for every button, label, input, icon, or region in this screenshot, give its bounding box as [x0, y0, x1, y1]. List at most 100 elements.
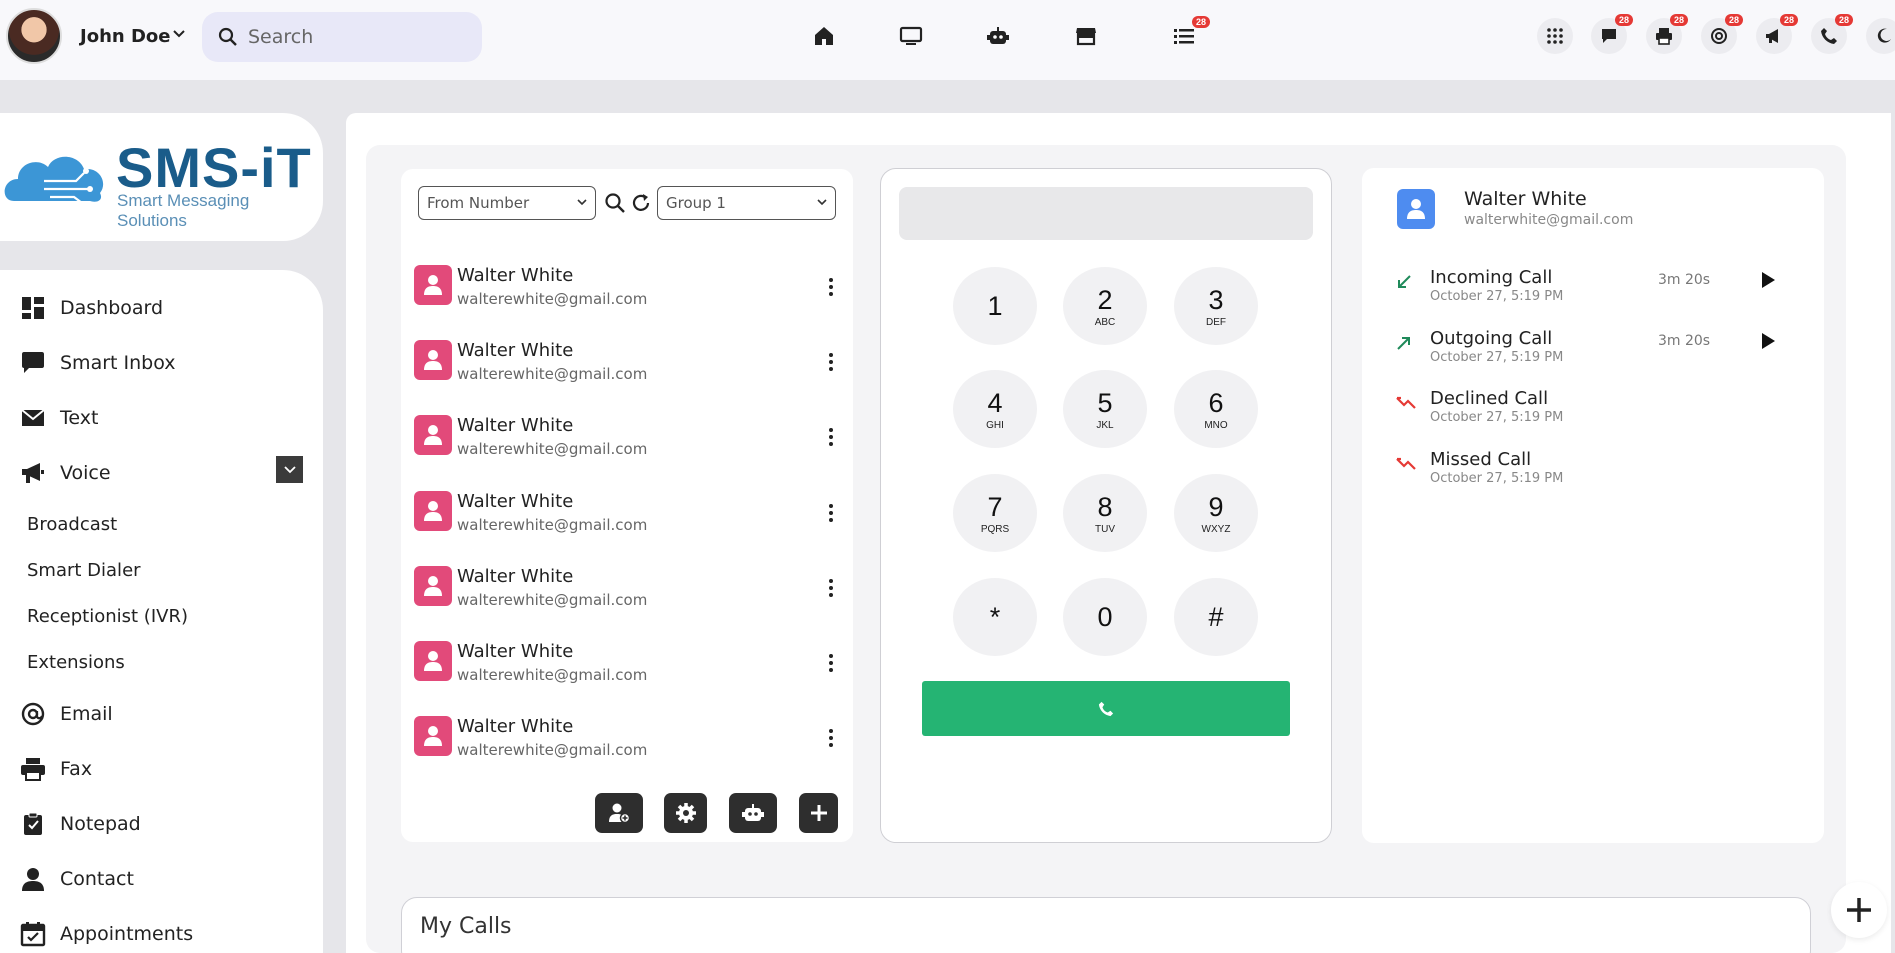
sidebar-item-label: Email	[60, 703, 113, 725]
missed-call-icon	[1395, 455, 1417, 477]
search-input[interactable]	[248, 26, 468, 48]
dial-key[interactable]: 9 WXYZ	[1174, 474, 1258, 552]
clipboard-icon	[24, 812, 42, 835]
avatar[interactable]	[6, 8, 62, 64]
dial-key-digit: 9	[1208, 491, 1224, 522]
chat-notifications-icon[interactable]: 28	[1591, 14, 1633, 54]
more-options-icon[interactable]	[828, 653, 834, 673]
dial-key[interactable]: *	[953, 578, 1037, 656]
dial-key[interactable]: 3 DEF	[1174, 267, 1258, 345]
chevron-down-icon	[577, 199, 587, 206]
from-number-value: From Number	[427, 194, 530, 212]
more-options-icon[interactable]	[828, 352, 834, 372]
play-icon[interactable]	[1760, 332, 1776, 350]
sidebar-subitem-receptionist[interactable]: Receptionist (IVR)	[27, 606, 188, 627]
search-icon[interactable]	[604, 192, 626, 214]
sidebar-subitem-smart-dialer[interactable]: Smart Dialer	[27, 560, 141, 581]
search-box[interactable]	[202, 12, 482, 62]
dial-key[interactable]: 8 TUV	[1063, 474, 1147, 552]
sidebar-item-fax[interactable]: Fax	[20, 751, 92, 787]
bot-button[interactable]	[729, 793, 777, 833]
voice-notifications-icon[interactable]: 28	[1756, 14, 1798, 54]
contact-email: walterewhite@gmail.com	[457, 515, 648, 534]
call-date: October 27, 5:19 PM	[1430, 289, 1564, 304]
declined-call-icon	[1395, 394, 1417, 416]
contact-list-item[interactable]: Walter White walterewhite@gmail.com	[414, 716, 844, 776]
contact-list-item[interactable]: Walter White walterewhite@gmail.com	[414, 340, 844, 400]
dial-key-letters: ABC	[1094, 316, 1116, 328]
contact-list-item[interactable]: Walter White walterewhite@gmail.com	[414, 490, 844, 551]
dial-key[interactable]: 6 MNO	[1174, 370, 1258, 448]
settings-button[interactable]	[664, 793, 707, 833]
contact-email: walterewhite@gmail.com	[457, 365, 648, 384]
contact-avatar-icon	[414, 716, 452, 757]
more-options-icon[interactable]	[828, 728, 834, 748]
refresh-icon[interactable]	[630, 192, 652, 214]
call-duration: 3m 20s	[1658, 272, 1711, 288]
apps-grid-icon[interactable]	[1537, 18, 1573, 54]
contact-name: Walter White	[457, 716, 574, 738]
sidebar-item-dashboard[interactable]: Dashboard	[20, 290, 163, 326]
dial-key[interactable]: 1	[953, 267, 1037, 345]
play-icon[interactable]	[1760, 271, 1776, 289]
sidebar-subitem-broadcast[interactable]: Broadcast	[27, 514, 117, 535]
call-history-item[interactable]: Outgoing Call October 27, 5:19 PM 3m 20s	[1395, 328, 1795, 372]
dark-mode-icon[interactable]	[1866, 18, 1895, 54]
contact-list-item[interactable]: Walter White walterewhite@gmail.com	[414, 415, 844, 475]
sidebar-item-notepad[interactable]: Notepad	[20, 806, 141, 842]
dial-key-letters: WXYZ	[1201, 523, 1231, 535]
fax-notifications-icon[interactable]: 28	[1646, 14, 1688, 54]
dial-key[interactable]: 4 GHI	[953, 370, 1037, 448]
user-name[interactable]: John Doe	[80, 26, 170, 47]
contact-avatar-icon	[414, 565, 452, 606]
more-options-icon[interactable]	[828, 427, 834, 447]
sidebar-subitem-extensions[interactable]: Extensions	[27, 652, 125, 673]
add-contact-button[interactable]	[595, 793, 643, 833]
call-button[interactable]	[922, 681, 1290, 736]
dial-key-digit: 0	[1097, 601, 1113, 632]
robot-icon[interactable]	[984, 22, 1012, 50]
dial-key-digit: 3	[1208, 284, 1224, 315]
dial-key[interactable]: 2 ABC	[1063, 267, 1147, 345]
dial-key[interactable]: 5 JKL	[1063, 370, 1147, 448]
sidebar-item-voice[interactable]: Voice	[20, 455, 111, 491]
home-icon[interactable]	[810, 22, 838, 50]
group-select[interactable]: Group 1	[657, 186, 836, 220]
voice-collapse-toggle[interactable]	[276, 456, 303, 483]
tasks-icon[interactable]: 28	[1170, 16, 1210, 50]
contact-name: Walter White	[457, 641, 574, 662]
dial-key[interactable]: 0	[1063, 578, 1147, 656]
contact-list-item[interactable]: Walter White walterewhite@gmail.com	[414, 565, 844, 626]
calendar-icon	[20, 922, 46, 947]
brand-subtitle: Smart Messaging Solutions	[117, 191, 250, 230]
dial-key[interactable]: #	[1174, 578, 1258, 656]
dial-key-letters: JKL	[1096, 419, 1114, 431]
store-icon[interactable]	[1072, 22, 1100, 50]
brand-logo-card[interactable]: SMS-iT Smart Messaging Solutions	[0, 113, 323, 241]
chevron-down-icon[interactable]	[172, 26, 186, 45]
call-history-item[interactable]: Declined Call October 27, 5:19 PM	[1395, 388, 1795, 432]
contact-list-item[interactable]: Walter White walterewhite@gmail.com	[414, 641, 844, 701]
call-history-item[interactable]: Incoming Call October 27, 5:19 PM 3m 20s	[1395, 267, 1795, 311]
call-history-item[interactable]: Missed Call October 27, 5:19 PM	[1395, 449, 1795, 493]
dial-number-display[interactable]	[899, 187, 1313, 240]
contact-list-item[interactable]: Walter White walterewhite@gmail.com	[414, 265, 844, 325]
sidebar-item-smart-inbox[interactable]: Smart Inbox	[20, 345, 176, 381]
dial-key[interactable]: 7 PQRS	[953, 474, 1037, 552]
sidebar-item-contact[interactable]: Contact	[20, 861, 134, 897]
sidebar-item-appointments[interactable]: Appointments	[20, 916, 193, 952]
more-options-icon[interactable]	[828, 503, 834, 523]
sidebar-item-email[interactable]: Email	[20, 696, 113, 732]
email-notifications-icon[interactable]: 28	[1701, 14, 1743, 54]
more-options-icon[interactable]	[828, 578, 834, 598]
notification-badge: 28	[1834, 14, 1853, 26]
contact-avatar-icon	[414, 641, 452, 681]
more-options-icon[interactable]	[828, 277, 834, 297]
sidebar-item-text[interactable]: Text	[20, 400, 98, 436]
phone-notifications-icon[interactable]: 28	[1811, 14, 1853, 54]
from-number-select[interactable]: From Number	[418, 186, 596, 220]
floating-add-button[interactable]	[1831, 882, 1887, 938]
contact-name: Walter White	[457, 415, 574, 437]
monitor-icon[interactable]	[897, 22, 925, 50]
add-button[interactable]	[799, 793, 838, 833]
